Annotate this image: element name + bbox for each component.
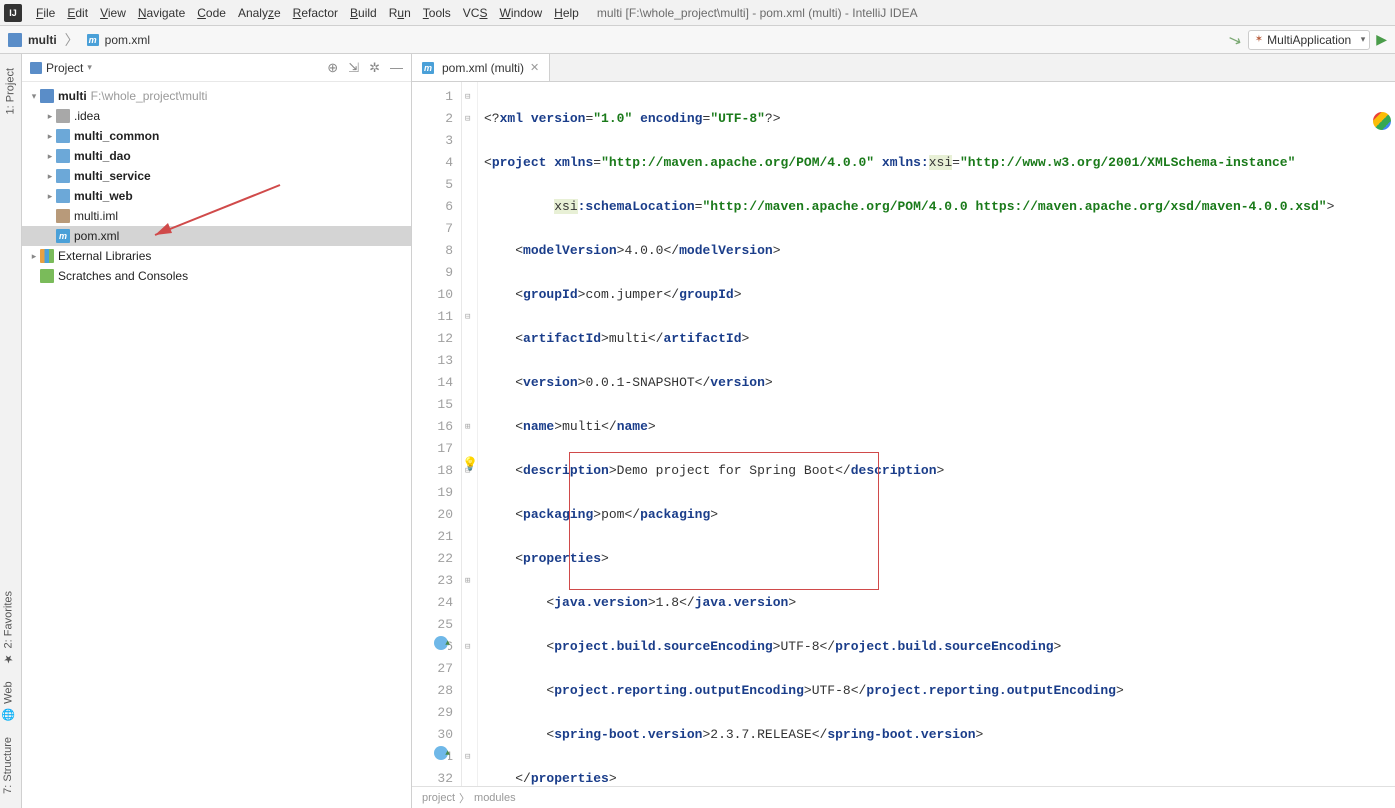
dropdown-icon[interactable]: ▾ — [87, 62, 92, 73]
tab-close-icon[interactable]: ✕ — [530, 61, 539, 74]
rail-web[interactable]: 🌐 Web — [0, 673, 17, 729]
menu-bar: IJ File Edit View Navigate Code Analyze … — [0, 0, 1395, 26]
app-icon: IJ — [4, 4, 22, 22]
tree-scratches[interactable]: Scratches and Consoles — [22, 266, 411, 286]
nav-bar: multi 〉 m pom.xml ↘ ✶ MultiApplication ▶ — [0, 26, 1395, 54]
build-icon[interactable]: ↘ — [1225, 28, 1244, 51]
module-icon — [56, 149, 70, 163]
menu-analyze[interactable]: Analyze — [232, 4, 287, 22]
menu-vcs[interactable]: VCS — [457, 4, 494, 22]
left-tool-rail: 1: Project ★ 2: Favorites 🌐 Web 7: Struc… — [0, 54, 22, 808]
rail-favorites[interactable]: ★ 2: Favorites — [0, 583, 17, 673]
editor-body[interactable]: 1234567891011121314151617181920212223242… — [412, 82, 1395, 786]
collapse-icon[interactable]: ⇲ — [348, 60, 359, 76]
menu-help[interactable]: Help — [548, 4, 585, 22]
editor-area: m pom.xml (multi) ✕ 12345678910111213141… — [412, 54, 1395, 808]
run-config-selector[interactable]: ✶ MultiApplication — [1248, 30, 1370, 50]
tree-external-libs[interactable]: ▸External Libraries — [22, 246, 411, 266]
rail-project[interactable]: 1: Project — [0, 60, 21, 122]
maven-file-icon: m — [422, 62, 434, 74]
fold-column[interactable]: ⊟ ⊟ ⊟ ⊞ ⊟ ⊞ ⊟ ⊟ — [462, 82, 478, 786]
breadcrumbs[interactable]: project 〉 modules — [412, 786, 1395, 808]
window-title: multi [F:\whole_project\multi] - pom.xml… — [597, 6, 918, 20]
editor-tab-pom[interactable]: m pom.xml (multi) ✕ — [412, 54, 550, 81]
tree-multi-iml[interactable]: multi.iml — [22, 206, 411, 226]
intention-bulb-icon[interactable]: 💡 — [462, 457, 478, 472]
tree-multi-web[interactable]: ▸multi_web — [22, 186, 411, 206]
menu-file[interactable]: File — [30, 4, 61, 22]
sidebar-title[interactable]: Project — [46, 61, 83, 75]
run-config-name: MultiApplication — [1267, 33, 1351, 47]
run-button-icon[interactable]: ▶ — [1376, 31, 1387, 48]
maven-file-icon: m — [56, 229, 70, 243]
folder-icon — [56, 109, 70, 123]
scratch-icon — [40, 269, 54, 283]
crumb-modules[interactable]: modules — [474, 792, 516, 804]
breadcrumb-separator-icon: 〉 — [65, 30, 79, 50]
nav-file[interactable]: pom.xml — [105, 33, 150, 47]
crumb-separator-icon: 〉 — [459, 790, 470, 806]
module-icon — [56, 169, 70, 183]
editor-tabs: m pom.xml (multi) ✕ — [412, 54, 1395, 82]
settings-icon[interactable]: ✲ — [369, 60, 380, 76]
project-tree[interactable]: ▾ multi F:\whole_project\multi ▸.idea ▸m… — [22, 82, 411, 808]
menu-view[interactable]: View — [94, 4, 132, 22]
tree-root[interactable]: ▾ multi F:\whole_project\multi — [22, 86, 411, 106]
menu-tools[interactable]: Tools — [417, 4, 457, 22]
gutter-spring-icon[interactable]: ▲ — [434, 746, 448, 760]
iml-file-icon — [56, 209, 70, 223]
line-gutter: 1234567891011121314151617181920212223242… — [412, 82, 462, 786]
crumb-project[interactable]: project — [422, 792, 455, 804]
menu-build[interactable]: Build — [344, 4, 383, 22]
project-folder-icon — [8, 33, 22, 47]
nav-project[interactable]: multi — [28, 33, 57, 47]
hide-icon[interactable]: — — [390, 60, 403, 75]
menu-refactor[interactable]: Refactor — [287, 4, 344, 22]
menu-window[interactable]: Window — [493, 4, 548, 22]
libraries-icon — [40, 249, 54, 263]
tree-multi-dao[interactable]: ▸multi_dao — [22, 146, 411, 166]
module-icon — [56, 129, 70, 143]
menu-run[interactable]: Run — [383, 4, 417, 22]
code-area[interactable]: <?xml version="1.0" encoding="UTF-8"?> <… — [478, 82, 1395, 786]
menu-navigate[interactable]: Navigate — [132, 4, 191, 22]
menu-code[interactable]: Code — [191, 4, 232, 22]
locate-icon[interactable]: ⊕ — [327, 60, 338, 76]
tree-multi-service[interactable]: ▸multi_service — [22, 166, 411, 186]
tree-pom-xml[interactable]: mpom.xml — [22, 226, 411, 246]
spring-boot-icon: ✶ — [1255, 34, 1263, 45]
tab-label: pom.xml (multi) — [442, 61, 524, 75]
tree-multi-common[interactable]: ▸multi_common — [22, 126, 411, 146]
rail-structure[interactable]: 7: Structure — [0, 729, 16, 802]
project-folder-icon — [40, 89, 54, 103]
project-sidebar: Project ▾ ⊕ ⇲ ✲ — ▾ multi F:\whole_proje… — [22, 54, 412, 808]
gutter-spring-icon[interactable]: ▲ — [434, 636, 448, 650]
project-view-icon — [30, 62, 42, 74]
maven-file-icon: m — [87, 34, 99, 46]
tree-idea[interactable]: ▸.idea — [22, 106, 411, 126]
menu-edit[interactable]: Edit — [61, 4, 94, 22]
module-icon — [56, 189, 70, 203]
